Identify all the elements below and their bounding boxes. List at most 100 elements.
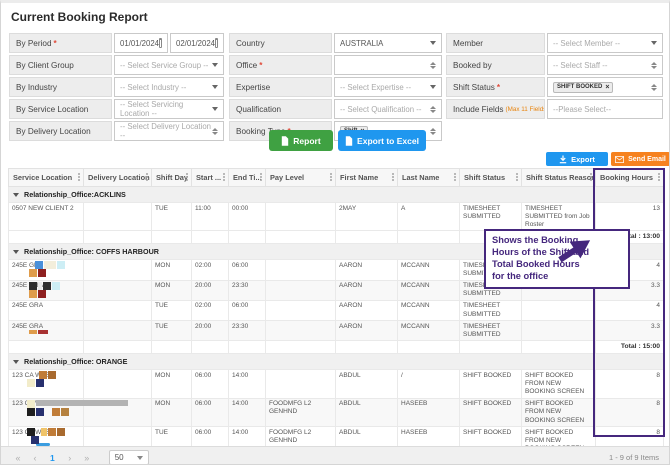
column-menu-icon[interactable]: [186, 173, 188, 175]
cell: [265, 340, 336, 355]
table-row[interactable]: 123 CA WEST MON 06:00 14:00 ABDUL / SHIFT BOOK…: [8, 369, 664, 399]
dropdown-arrow-icon[interactable]: [430, 41, 436, 45]
table-row[interactable]: 245E GRA TUE 20:00 23:30 AARON MCCANN TIMESHEE…: [8, 320, 664, 342]
client-group-select[interactable]: -- Select Service Group --: [114, 55, 224, 75]
cell: 245E GRA: [8, 299, 84, 322]
spinner-icon[interactable]: [651, 84, 657, 91]
page-number[interactable]: 1: [47, 453, 58, 463]
dropdown-arrow-icon[interactable]: [212, 107, 218, 111]
column-header-shift-status[interactable]: Shift Status: [459, 168, 522, 187]
spinner-icon[interactable]: [430, 106, 436, 113]
column-menu-icon[interactable]: [454, 173, 456, 175]
table-row[interactable]: 245E GRA TUE 02:00 06:00 AARON MCCANN TIMESHEE…: [8, 299, 664, 322]
cell: AARON: [335, 320, 398, 342]
cell: AARON: [335, 299, 398, 322]
column-menu-icon[interactable]: [392, 173, 394, 175]
export-to-excel-button[interactable]: Export to Excel: [338, 130, 426, 151]
spinner-icon[interactable]: [651, 62, 657, 69]
column-menu-icon[interactable]: [78, 173, 80, 175]
include-fields-input[interactable]: --Please Select--: [547, 99, 663, 119]
report-button[interactable]: Report: [269, 130, 333, 151]
cell: 23:30: [228, 320, 266, 342]
member-select[interactable]: -- Select Member --: [547, 33, 663, 53]
country-select[interactable]: AUSTRALIA: [334, 33, 442, 53]
cell: [191, 230, 229, 245]
cell: 06:00: [191, 397, 229, 428]
filter-label-by-period: By Period: [9, 33, 112, 53]
column-menu-icon[interactable]: [330, 173, 332, 175]
column-menu-icon[interactable]: [223, 173, 225, 175]
delivery-location-multiselect[interactable]: -- Select Delivery Location --: [114, 121, 224, 141]
current-booking-report-dialog: Current Booking Report By Period 01/01/2…: [0, 0, 670, 465]
calendar-icon[interactable]: [159, 38, 162, 48]
collapse-group-icon[interactable]: [13, 250, 19, 255]
filter-row-by-period: By Period 01/01/2024 02/01/2024: [9, 33, 224, 53]
column-header-service-location[interactable]: Service Location: [8, 168, 84, 187]
table-row[interactable]: 123 CA WEST MON 06:00 14:00 FOODMFG L2 GENHN…: [8, 397, 664, 428]
shift-status-multiselect[interactable]: SHIFT BOOKED: [547, 77, 663, 97]
column-header-booking-hours[interactable]: Booking Hours: [595, 168, 664, 187]
dropdown-arrow-icon[interactable]: [212, 63, 218, 67]
filter-label-include-fields: Include Fields (Max 11 Fields): [446, 99, 545, 119]
download-icon: [559, 155, 567, 163]
qualification-multiselect[interactable]: -- Select Qualification --: [334, 99, 442, 119]
cell: [83, 340, 152, 355]
spinner-icon[interactable]: [212, 128, 218, 135]
spinner-icon[interactable]: [430, 62, 436, 69]
column-header-end-ti-[interactable]: End Ti...: [228, 168, 266, 187]
column-menu-icon[interactable]: [658, 173, 660, 175]
column-header-delivery-location[interactable]: Delivery Location: [83, 168, 152, 187]
calendar-icon[interactable]: [215, 38, 218, 48]
table-row[interactable]: 0507 NEW CLIENT 2 TUE 11:00 00:00 2MAY A TIMES…: [8, 201, 664, 232]
filter-label-expertise: Expertise: [229, 77, 332, 97]
cell: /: [397, 369, 460, 399]
group-label: Relationship_Office: ORANGE: [24, 357, 128, 367]
shift-status-tag[interactable]: SHIFT BOOKED: [553, 81, 614, 93]
cell: 8: [595, 369, 664, 399]
column-menu-icon[interactable]: [590, 173, 592, 175]
last-page-button[interactable]: [82, 453, 92, 463]
date-from-input[interactable]: 01/01/2024: [114, 33, 168, 53]
column-menu-icon[interactable]: [146, 173, 148, 175]
dropdown-arrow-icon[interactable]: [651, 41, 657, 45]
service-location-select[interactable]: -- Select Servicing Location --: [114, 99, 224, 119]
remove-tag-icon[interactable]: [605, 84, 609, 91]
industry-select[interactable]: -- Select Industry --: [114, 77, 224, 97]
cell: HASEEB: [397, 397, 460, 428]
cell: [83, 299, 152, 322]
column-header-start-[interactable]: Start ...: [191, 168, 229, 187]
expertise-select[interactable]: -- Select Expertise --: [334, 77, 442, 97]
column-header-pay-level[interactable]: Pay Level: [265, 168, 336, 187]
column-header-shift-day[interactable]: Shift Day: [151, 168, 192, 187]
cell: A: [397, 201, 460, 232]
office-multiselect[interactable]: [334, 55, 442, 75]
export-button[interactable]: Export: [546, 152, 608, 166]
column-menu-icon[interactable]: [260, 173, 262, 175]
column-header-last-name[interactable]: Last Name: [397, 168, 460, 187]
column-menu-icon[interactable]: [516, 173, 518, 175]
cell: 14:00: [228, 369, 266, 399]
cell: MCCANN: [397, 299, 460, 322]
collapse-group-icon[interactable]: [13, 193, 19, 197]
page-size-select[interactable]: 50: [108, 450, 149, 464]
send-email-button[interactable]: Send Email: [611, 152, 669, 166]
collapse-group-icon[interactable]: [13, 360, 19, 365]
cell: 20:00: [191, 320, 229, 342]
group-label: Relationship_Office:ACKLINS: [24, 190, 126, 199]
group-header-row: Relationship_Office: ORANGE: [8, 353, 664, 371]
dropdown-arrow-icon[interactable]: [430, 85, 436, 89]
cell: 14:00: [228, 397, 266, 428]
cell: SHIFT BOOKED FROM NEW BOOKING SCREEN: [521, 397, 596, 428]
column-header-first-name[interactable]: First Name: [335, 168, 398, 187]
first-page-button[interactable]: [13, 453, 23, 463]
booked-by-multiselect[interactable]: -- Select Staff --: [547, 55, 663, 75]
previous-page-button[interactable]: [30, 453, 40, 463]
dropdown-arrow-icon[interactable]: [212, 85, 218, 89]
cell: [83, 320, 152, 342]
spinner-icon[interactable]: [430, 128, 436, 135]
date-to-input[interactable]: 02/01/2024: [170, 33, 224, 53]
cell: [83, 397, 152, 428]
next-page-button[interactable]: [65, 453, 75, 463]
filter-row-expertise: Expertise -- Select Expertise --: [229, 77, 442, 97]
column-header-shift-status-reason[interactable]: Shift Status Reason: [521, 168, 596, 187]
